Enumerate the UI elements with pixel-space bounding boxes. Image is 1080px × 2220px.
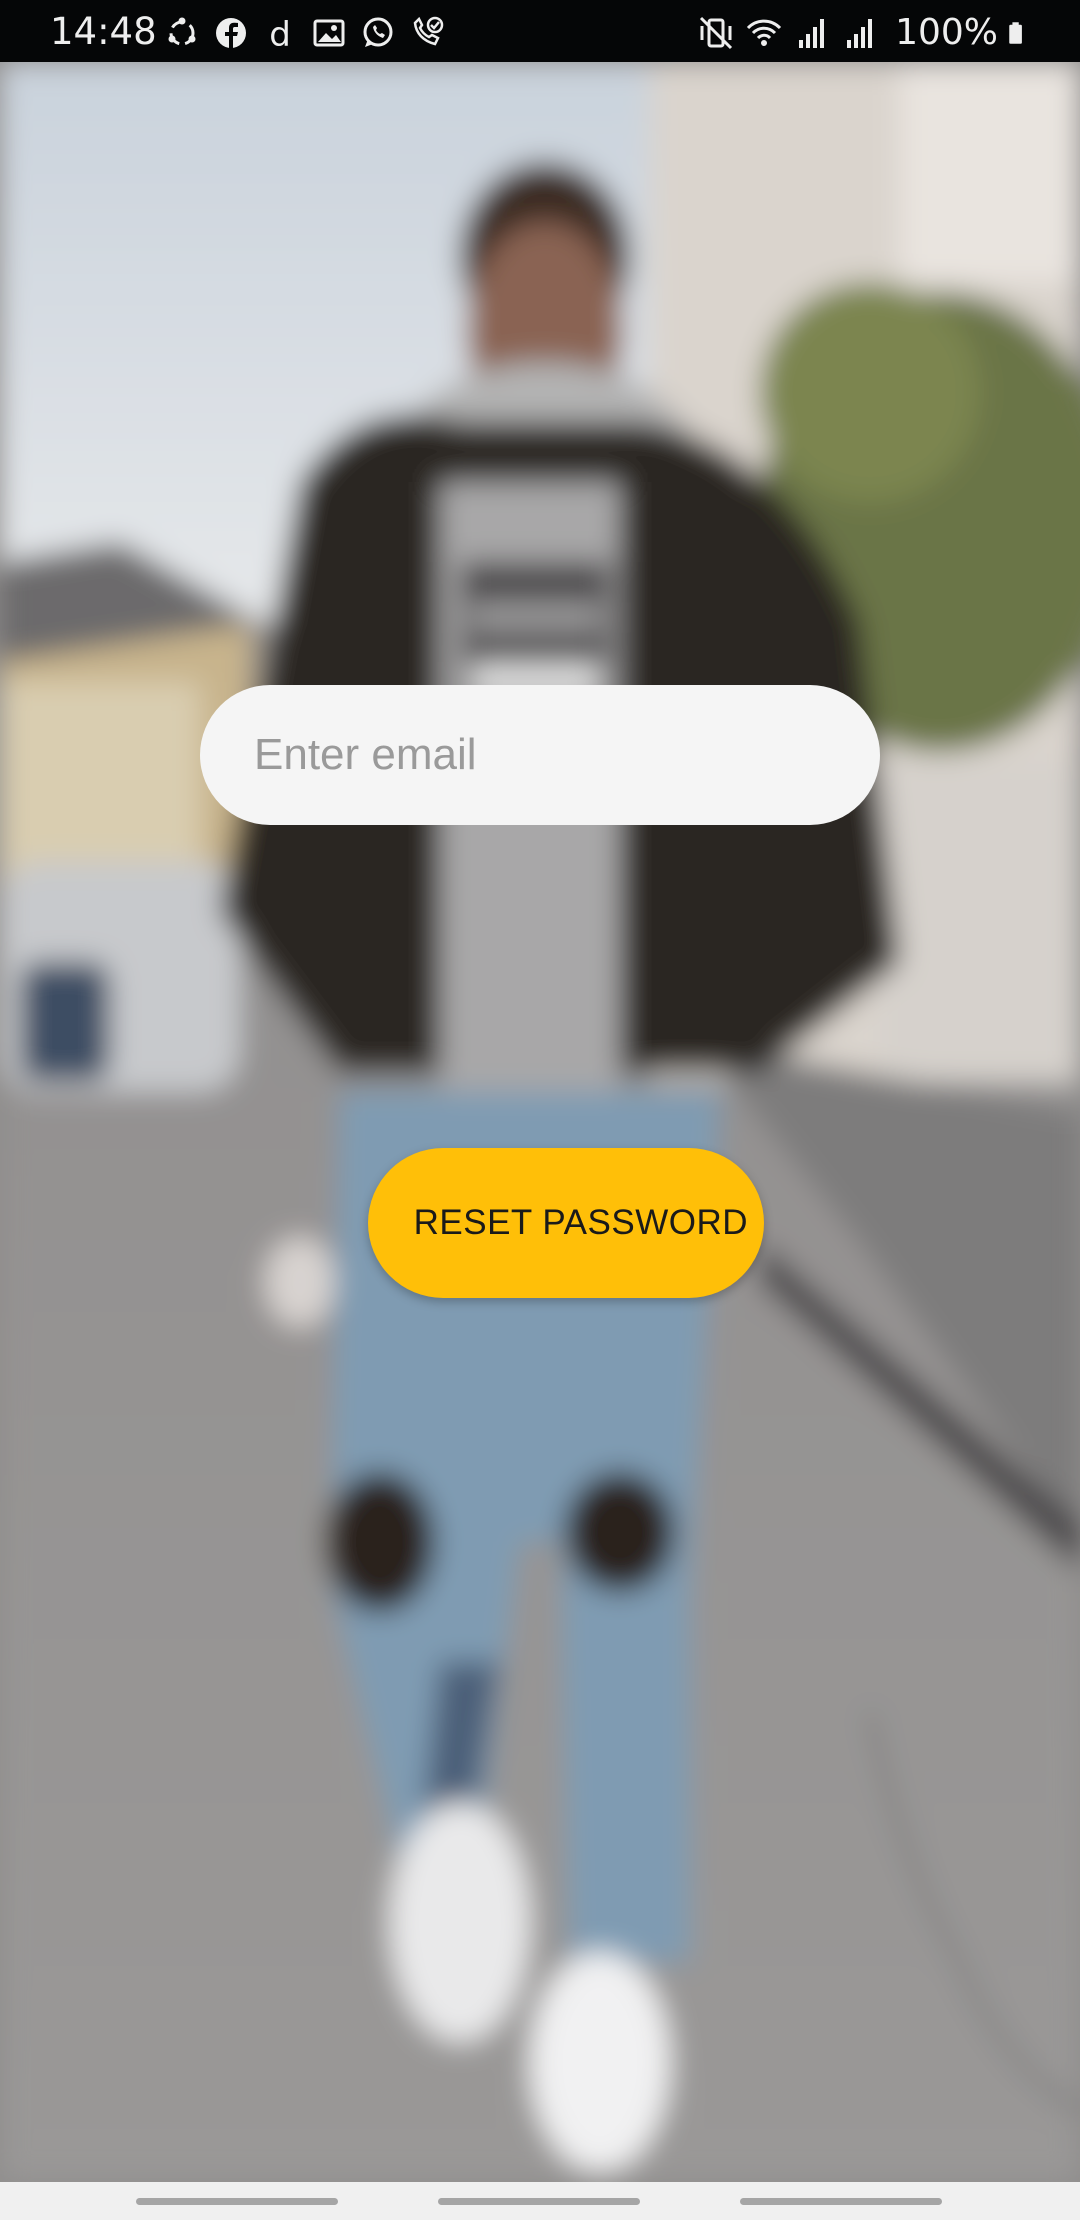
wifi-call-icon <box>413 16 444 46</box>
background-photo <box>0 62 1080 2182</box>
email-input[interactable] <box>252 729 880 781</box>
gallery-icon <box>313 19 345 47</box>
email-field[interactable] <box>200 685 880 825</box>
reset-password-button[interactable]: RESET PASSWORD <box>368 1148 764 1298</box>
recents-button[interactable] <box>136 2198 338 2205</box>
wifi-icon <box>746 19 782 46</box>
d-app-icon: d <box>269 15 291 51</box>
battery-icon <box>1009 21 1022 44</box>
battery-percentage: 100% <box>895 12 998 53</box>
whatsapp-icon <box>363 17 393 47</box>
home-button[interactable] <box>438 2198 640 2205</box>
back-button[interactable] <box>740 2198 942 2205</box>
navigation-bar <box>0 2182 1080 2220</box>
mute-vibrate-icon <box>700 16 733 49</box>
svg-text:d: d <box>269 15 291 51</box>
status-bar: 14:48 d 100% <box>0 0 1080 62</box>
facebook-icon <box>216 18 246 48</box>
sync-icon <box>168 17 196 46</box>
notification-icons: d <box>164 15 445 51</box>
reset-password-label: RESET PASSWORD <box>413 1203 748 1242</box>
status-time: 14:48 <box>50 10 157 53</box>
system-icons: 100% <box>697 12 1032 53</box>
signal-icon-2 <box>847 18 873 48</box>
signal-icon <box>799 18 825 48</box>
